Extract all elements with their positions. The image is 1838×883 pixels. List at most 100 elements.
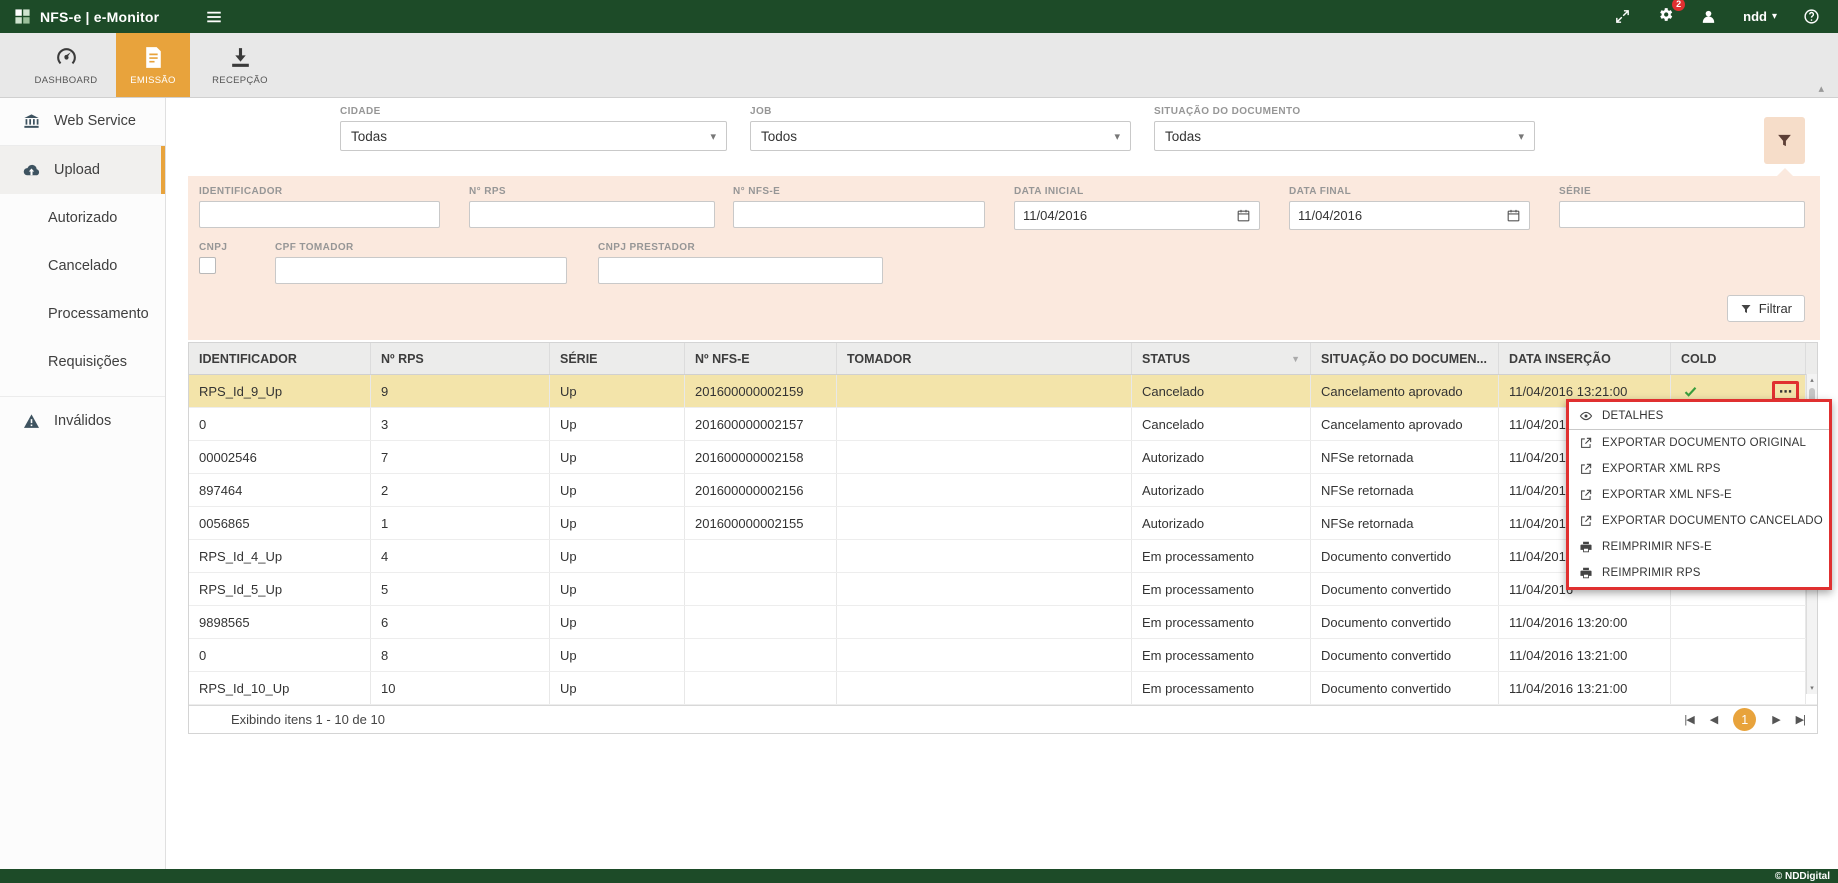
- app-title: NFS-e | e-Monitor: [40, 9, 159, 25]
- check-icon: [1683, 384, 1698, 399]
- cell-value: 11/04/2016 13:20:00: [1509, 615, 1627, 630]
- menu-toggle-icon[interactable]: [205, 8, 223, 26]
- cell-value: 0: [199, 417, 206, 432]
- column-header-n-nfs-e[interactable]: Nº NFS-E: [685, 343, 837, 374]
- cell-value: 8: [381, 648, 388, 663]
- column-header-status[interactable]: STATUS▼: [1132, 343, 1311, 374]
- cell-value: 11/04/2016 13:21:00: [1509, 648, 1627, 663]
- sidebar-item-autorizado[interactable]: Autorizado: [0, 194, 165, 242]
- filter-toggle-button[interactable]: [1764, 117, 1805, 164]
- funnel-icon: [1740, 303, 1752, 315]
- n-rps-input[interactable]: [469, 201, 715, 228]
- sidebar: Web ServiceUploadAutorizadoCanceladoProc…: [0, 97, 166, 869]
- column-label: Nº NFS-E: [695, 352, 750, 366]
- column-label: IDENTIFICADOR: [199, 352, 297, 366]
- cell-value: 4: [381, 549, 388, 564]
- cell-value: Up: [560, 648, 577, 663]
- table-row[interactable]: RPS_Id_10_Up10UpEm processamentoDocument…: [189, 672, 1817, 705]
- column-header-cold[interactable]: COLD: [1671, 343, 1806, 374]
- prev-page-button[interactable]: ◀: [1710, 713, 1717, 726]
- column-label: SÉRIE: [560, 352, 598, 366]
- job-select[interactable]: Todos▾: [750, 121, 1131, 151]
- filter-field-data-final: DATA FINAL 11/04/2016: [1289, 186, 1530, 230]
- table-row[interactable]: 98985656UpEm processamentoDocumento conv…: [189, 606, 1817, 639]
- cell-value: 201600000002156: [695, 483, 803, 498]
- cnpj-checkbox[interactable]: [199, 257, 216, 274]
- cell-value: Documento convertido: [1321, 582, 1451, 597]
- scroll-up-icon[interactable]: ▴: [1807, 374, 1817, 386]
- field-label: CNPJ PRESTADOR: [598, 242, 883, 253]
- cell-value: Up: [560, 483, 577, 498]
- column-header-serie[interactable]: SÉRIE: [550, 343, 685, 374]
- settings-button[interactable]: 2: [1657, 6, 1674, 28]
- sidebar-item-processamento[interactable]: Processamento: [0, 290, 165, 338]
- tab-emissao[interactable]: EMISSÃO: [116, 33, 190, 97]
- sidebar-item-requisicoes[interactable]: Requisições: [0, 338, 165, 386]
- n-nfs-e-input[interactable]: [733, 201, 985, 228]
- cell-value: NFSe retornada: [1321, 516, 1414, 531]
- menu-item-exportar-xml-nfs-e[interactable]: EXPORTAR XML NFS-E: [1569, 482, 1829, 508]
- current-page[interactable]: 1: [1733, 708, 1756, 731]
- menu-item-exportar-documento-cancelado[interactable]: EXPORTAR DOCUMENTO CANCELADO: [1569, 508, 1829, 534]
- app-window: NFS-e | e-Monitor 2 ndd ▾ DASHBOARDEMISS…: [0, 0, 1838, 883]
- menu-item-detalhes[interactable]: DETALHES: [1569, 403, 1829, 430]
- cnpj-prestador-input[interactable]: [598, 257, 883, 284]
- tab-recepcao[interactable]: RECEPÇÃO: [203, 33, 277, 97]
- cell-value: 11/04/2016 13:21:00: [1509, 681, 1627, 696]
- cell-cold: [1671, 606, 1806, 638]
- sidebar-item-cancelado[interactable]: Cancelado: [0, 242, 165, 290]
- cell: Autorizado: [1132, 507, 1311, 539]
- cell: 0056865: [189, 507, 371, 539]
- menu-item-exportar-xml-rps[interactable]: EXPORTAR XML RPS: [1569, 456, 1829, 482]
- last-page-button[interactable]: ▶|: [1796, 713, 1805, 726]
- data-final-input[interactable]: 11/04/2016: [1289, 201, 1530, 230]
- gear-icon: [1657, 6, 1674, 23]
- cell-value: Documento convertido: [1321, 648, 1451, 663]
- cell: 201600000002156: [685, 474, 837, 506]
- cell: Up: [550, 672, 685, 704]
- fullscreen-icon[interactable]: [1614, 8, 1631, 25]
- cpf-tomador-input[interactable]: [275, 257, 567, 284]
- field-label: DATA FINAL: [1289, 186, 1530, 197]
- column-header-identificador[interactable]: IDENTIFICADOR: [189, 343, 371, 374]
- column-header-situacao-do-documen[interactable]: SITUAÇÃO DO DOCUMEN...: [1311, 343, 1499, 374]
- first-page-button[interactable]: |◀: [1684, 713, 1693, 726]
- user-menu[interactable]: ndd ▾: [1743, 9, 1777, 24]
- tab-dashboard[interactable]: DASHBOARD: [29, 33, 103, 97]
- calendar-icon: [1236, 208, 1251, 223]
- cell-value: NFSe retornada: [1321, 450, 1414, 465]
- scroll-down-icon[interactable]: ▾: [1807, 682, 1817, 694]
- data-inicial-input[interactable]: 11/04/2016: [1014, 201, 1260, 230]
- filtrar-label: Filtrar: [1759, 301, 1792, 316]
- situacao-do-documento-select[interactable]: Todas▾: [1154, 121, 1535, 151]
- field-label: N° RPS: [469, 186, 715, 197]
- column-header-n-rps[interactable]: Nº RPS: [371, 343, 550, 374]
- cell: [837, 540, 1132, 572]
- funnel-icon: [1776, 132, 1793, 149]
- filtrar-button[interactable]: Filtrar: [1727, 295, 1805, 322]
- chevron-down-icon: ▾: [1772, 11, 1777, 22]
- cell-value: 11/04/2016: [1509, 516, 1573, 531]
- menu-item-exportar-documento-original[interactable]: EXPORTAR DOCUMENTO ORIGINAL: [1569, 430, 1829, 456]
- column-header-tomador[interactable]: TOMADOR: [837, 343, 1132, 374]
- sidebar-item-upload[interactable]: Upload: [0, 146, 165, 194]
- row-actions-button[interactable]: ⋯: [1772, 381, 1799, 401]
- menu-item-reimprimir-rps[interactable]: REIMPRIMIR RPS: [1569, 560, 1829, 586]
- serie-input[interactable]: [1559, 201, 1805, 228]
- next-page-button[interactable]: ▶: [1772, 713, 1779, 726]
- items-summary: Exibindo itens 1 - 10 de 10: [231, 712, 385, 727]
- column-header-data-insercao[interactable]: DATA INSERÇÃO: [1499, 343, 1671, 374]
- cell: Up: [550, 375, 685, 407]
- sidebar-item-web-service[interactable]: Web Service: [0, 97, 165, 146]
- help-icon[interactable]: [1803, 8, 1820, 25]
- user-icon[interactable]: [1700, 8, 1717, 25]
- cell-value: Cancelamento aprovado: [1321, 384, 1463, 399]
- table-row[interactable]: 08UpEm processamentoDocumento convertido…: [189, 639, 1817, 672]
- identificador-input[interactable]: [199, 201, 440, 228]
- cell: Em processamento: [1132, 540, 1311, 572]
- cidade-select[interactable]: Todas▾: [340, 121, 727, 151]
- collapse-ribbon-icon[interactable]: ▴: [1818, 82, 1824, 95]
- menu-item-reimprimir-nfs-e[interactable]: REIMPRIMIR NFS-E: [1569, 534, 1829, 560]
- filter-select-situacao-do-documento: SITUAÇÃO DO DOCUMENTOTodas▾: [1154, 106, 1535, 151]
- sidebar-item-invalidos[interactable]: Inválidos: [0, 396, 165, 445]
